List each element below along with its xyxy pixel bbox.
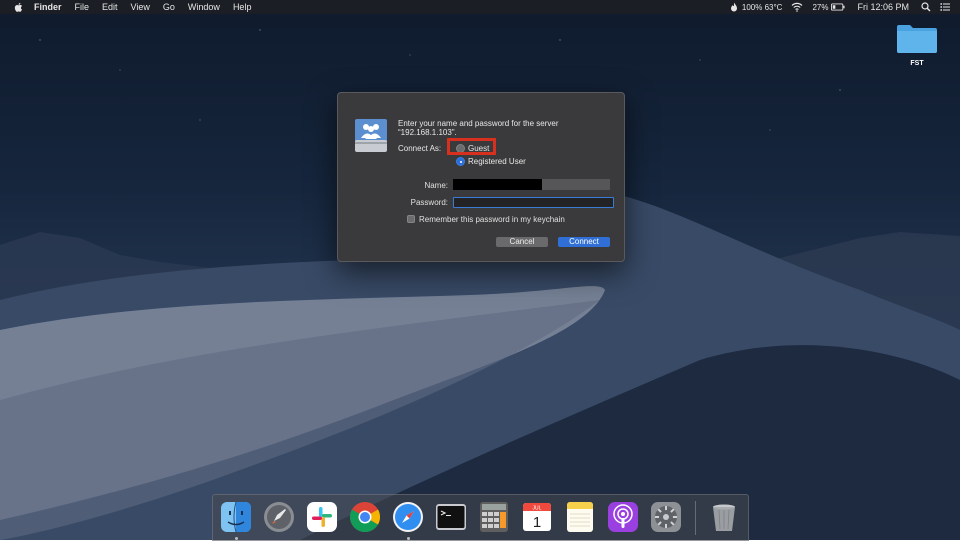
registered-user-radio[interactable] bbox=[456, 157, 465, 166]
cancel-button[interactable]: Cancel bbox=[496, 237, 548, 247]
safari-icon bbox=[393, 502, 423, 532]
terminal-icon bbox=[436, 504, 466, 530]
menu-finder[interactable]: Finder bbox=[34, 2, 62, 12]
battery-icon[interactable] bbox=[831, 2, 846, 12]
dock-launchpad[interactable] bbox=[263, 501, 295, 533]
menu-bar: Finder File Edit View Go Window Help 100… bbox=[0, 0, 960, 14]
dock-terminal[interactable] bbox=[435, 501, 467, 533]
name-label: Name: bbox=[424, 181, 448, 190]
remember-password-label[interactable]: Remember this password in my keychain bbox=[419, 215, 565, 224]
calendar-day-label: 1 bbox=[533, 514, 541, 531]
dock-notes[interactable] bbox=[564, 501, 596, 533]
system-preferences-icon bbox=[651, 502, 681, 532]
menu-go[interactable]: Go bbox=[163, 2, 175, 12]
dock-safari[interactable] bbox=[392, 501, 424, 533]
calendar-month-label: JUL bbox=[533, 506, 542, 512]
dock-finder[interactable] bbox=[220, 501, 252, 533]
connect-as-label: Connect As: bbox=[398, 144, 442, 153]
name-field[interactable] bbox=[453, 179, 610, 190]
apple-menu-icon[interactable] bbox=[14, 2, 24, 13]
dock-separator bbox=[695, 501, 696, 535]
calendar-icon: JUL 1 bbox=[523, 503, 551, 531]
menu-window[interactable]: Window bbox=[188, 2, 220, 12]
remember-password-checkbox[interactable] bbox=[407, 215, 415, 223]
finder-icon bbox=[221, 501, 251, 533]
message-line-1: Enter your name and password for the ser… bbox=[398, 119, 559, 128]
dock-calendar[interactable]: JUL 1 bbox=[521, 501, 553, 533]
calculator-icon bbox=[480, 502, 508, 532]
desktop-folder-fst[interactable]: FST bbox=[895, 22, 939, 67]
dock-slack[interactable] bbox=[306, 501, 338, 533]
dock: JUL 1 bbox=[212, 494, 749, 541]
wifi-icon[interactable] bbox=[791, 2, 803, 12]
menu-extras: 100% 63°C 27% Fri 12:06 PM bbox=[720, 0, 950, 14]
dock-podcasts[interactable] bbox=[607, 501, 639, 533]
podcasts-icon bbox=[608, 502, 638, 532]
redacted-name bbox=[453, 179, 542, 190]
password-field[interactable] bbox=[453, 197, 614, 208]
launchpad-icon bbox=[264, 502, 294, 532]
menu-edit[interactable]: Edit bbox=[102, 2, 118, 12]
notification-center-icon[interactable] bbox=[940, 2, 950, 12]
folder-label: FST bbox=[910, 60, 924, 67]
menu-help[interactable]: Help bbox=[233, 2, 252, 12]
slack-icon bbox=[307, 502, 337, 532]
battery-percent[interactable]: 27% bbox=[812, 3, 828, 12]
menu-view[interactable]: View bbox=[131, 2, 150, 12]
network-server-icon bbox=[355, 119, 387, 152]
chrome-icon bbox=[349, 502, 381, 533]
flame-icon[interactable] bbox=[729, 2, 739, 12]
dock-system-preferences[interactable] bbox=[650, 501, 682, 533]
trash-icon bbox=[713, 504, 735, 531]
dock-calculator[interactable] bbox=[478, 501, 510, 533]
dock-trash[interactable] bbox=[708, 501, 740, 533]
connect-button[interactable]: Connect bbox=[558, 237, 610, 247]
dock-chrome[interactable] bbox=[349, 501, 381, 533]
notes-icon bbox=[567, 502, 593, 532]
menu-file[interactable]: File bbox=[75, 2, 90, 12]
desktop bbox=[0, 0, 960, 540]
spotlight-search-icon[interactable] bbox=[921, 2, 931, 12]
wallpaper bbox=[0, 29, 960, 540]
guest-highlight-box bbox=[447, 138, 496, 155]
message-line-2: “192.168.1.103”. bbox=[398, 128, 457, 137]
folder-icon bbox=[897, 25, 937, 53]
clock[interactable]: Fri 12:06 PM bbox=[857, 2, 909, 12]
connect-to-server-dialog: Enter your name and password for the ser… bbox=[337, 92, 625, 262]
dialog-message: Enter your name and password for the ser… bbox=[398, 119, 608, 137]
password-label: Password: bbox=[410, 198, 448, 207]
battery-temp-status[interactable]: 100% 63°C bbox=[742, 3, 783, 12]
registered-user-radio-label[interactable]: Registered User bbox=[468, 157, 526, 166]
